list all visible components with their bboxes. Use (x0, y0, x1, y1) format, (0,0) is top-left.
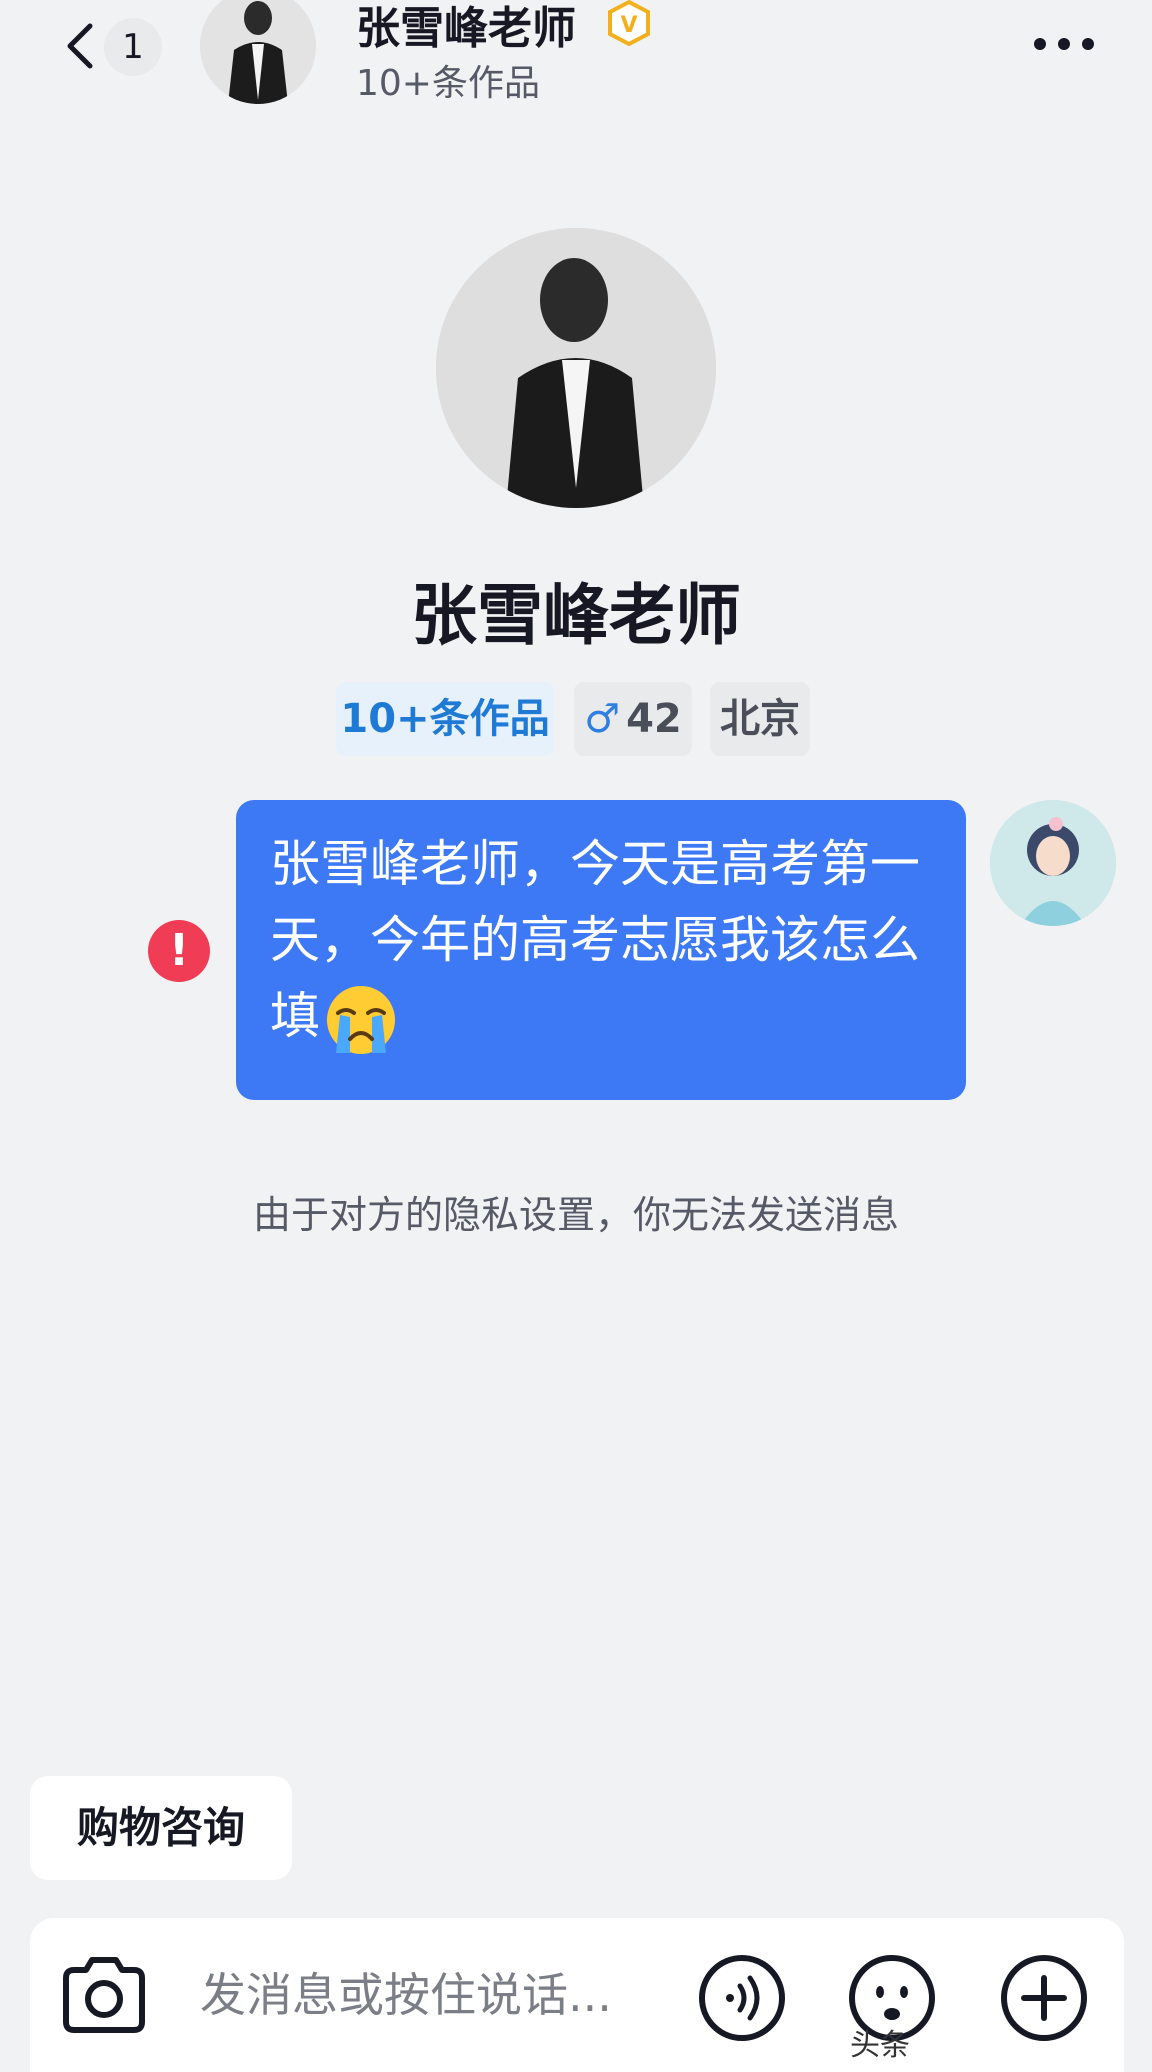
chevron-left-icon (67, 23, 93, 69)
message-input-bar: 头条 (30, 1918, 1124, 2072)
contact-name: 张雪峰老师 (356, 3, 576, 54)
send-failed-icon[interactable]: ! (148, 920, 210, 982)
city-tag: 北京 (710, 682, 810, 756)
contact-works-count: 10+条作品 (356, 63, 540, 104)
contact-avatar[interactable] (200, 0, 316, 104)
privacy-notice: 由于对方的隐私设置，你无法发送消息 (252, 1193, 899, 1237)
quick-reply-shopping[interactable]: 购物咨询 (30, 1776, 292, 1880)
verified-v-icon: V (608, 0, 650, 46)
camera-button[interactable] (56, 1952, 152, 2038)
svg-text:V: V (620, 13, 637, 38)
profile-avatar[interactable] (436, 228, 716, 508)
more-options-button[interactable] (1030, 24, 1098, 64)
my-avatar[interactable] (990, 800, 1116, 926)
plus-icon (1001, 1955, 1087, 2041)
back-button[interactable] (60, 18, 100, 74)
message-input[interactable] (200, 1956, 700, 2034)
message-bubble[interactable]: 张雪峰老师，今天是高考第一天，今年的高考志愿我该怎么填 (236, 800, 966, 1100)
more-dots-icon (1034, 38, 1094, 50)
male-symbol-icon: ♂ (584, 696, 621, 742)
works-count-tag[interactable]: 10+条作品 (336, 682, 554, 756)
crying-face-emoji-icon (327, 985, 395, 1054)
chat-header: 1 张雪峰老师 V 10+条作品 (0, 0, 1152, 110)
watermark: 头条 (850, 2028, 910, 2063)
unread-count-badge[interactable]: 1 (104, 18, 162, 76)
profile-name: 张雪峰老师 (411, 577, 741, 654)
gender-age-tag: ♂ 42 (574, 682, 692, 756)
age-value: 42 (626, 696, 682, 742)
voice-button[interactable] (696, 1952, 788, 2044)
more-actions-button[interactable] (998, 1952, 1090, 2044)
camera-icon (63, 1957, 145, 2033)
voice-wave-icon (699, 1955, 785, 2041)
